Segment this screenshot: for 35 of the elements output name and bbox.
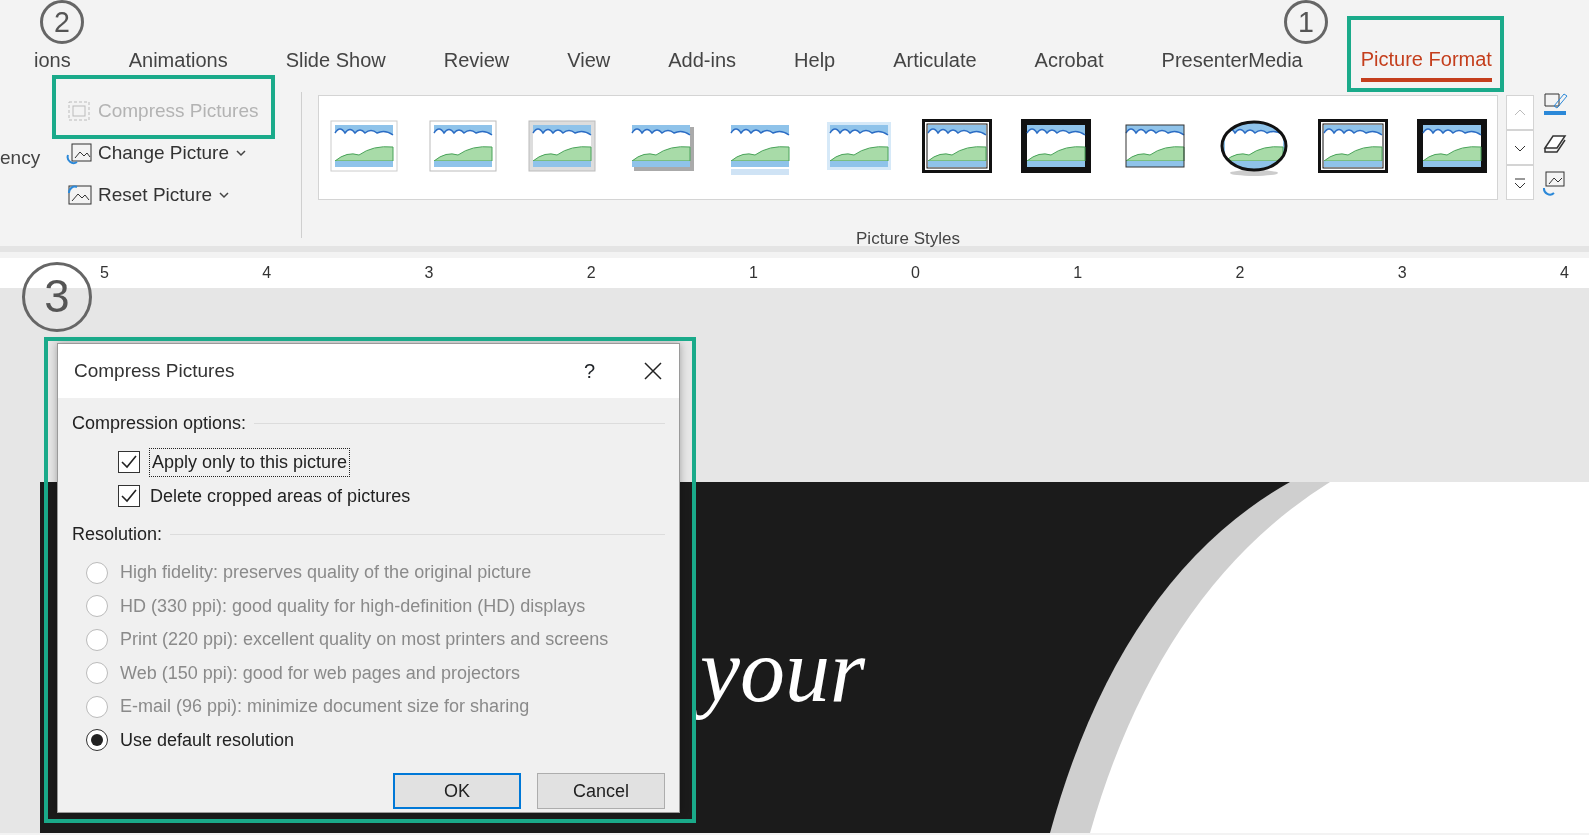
ribbon-tab[interactable]: View — [567, 40, 611, 82]
ruler-number: 3 — [424, 263, 434, 283]
ribbon-command[interactable]: Reset Picture — [62, 174, 235, 216]
radio-label[interactable]: Use default resolution — [120, 726, 295, 754]
ribbon-tab[interactable]: Review — [443, 40, 510, 82]
callout-number: 2 — [40, 0, 84, 44]
ribbon-tab[interactable]: Add-ins — [668, 40, 737, 82]
ok-button[interactable]: OK — [393, 773, 521, 809]
ribbon-tab[interactable]: Slide Show — [285, 40, 386, 82]
callout-number: 3 — [22, 262, 92, 332]
ribbon-tab[interactable]: Help — [794, 40, 836, 82]
checkbox-label[interactable]: Delete cropped areas of pictures — [150, 482, 411, 510]
ribbon-tab[interactable]: Acrobat — [1034, 40, 1104, 82]
ribbon-command[interactable]: Change Picture — [62, 132, 251, 174]
ruler-number: 2 — [586, 263, 596, 283]
ruler-number: 0 — [911, 263, 920, 283]
ribbon-tab[interactable]: Articulate — [893, 40, 977, 82]
ruler-number: 4 — [262, 263, 272, 283]
checkbox-label[interactable]: Apply only to this picture — [150, 448, 350, 476]
dialog-title: Compress Pictures — [74, 358, 236, 383]
group-label: Picture Styles — [856, 229, 960, 248]
ruler-number: 1 — [748, 263, 758, 283]
help-button[interactable]: ? — [583, 356, 595, 386]
ruler-number: 4 — [1559, 263, 1569, 283]
group-label: ency — [0, 147, 41, 168]
ruler-number: 5 — [100, 263, 109, 283]
ribbon-tab[interactable]: Picture Format — [1360, 40, 1492, 82]
ribbon-tab[interactable]: Animations — [128, 40, 228, 82]
ruler-number: 3 — [1397, 263, 1407, 283]
ruler-number: 1 — [1073, 263, 1083, 283]
ruler-number: 2 — [1235, 263, 1245, 283]
callout-number: 1 — [1284, 0, 1328, 44]
section-heading: Compression options: — [72, 412, 247, 435]
cancel-button[interactable]: Cancel — [537, 773, 665, 809]
section-heading: Resolution: — [72, 523, 163, 546]
